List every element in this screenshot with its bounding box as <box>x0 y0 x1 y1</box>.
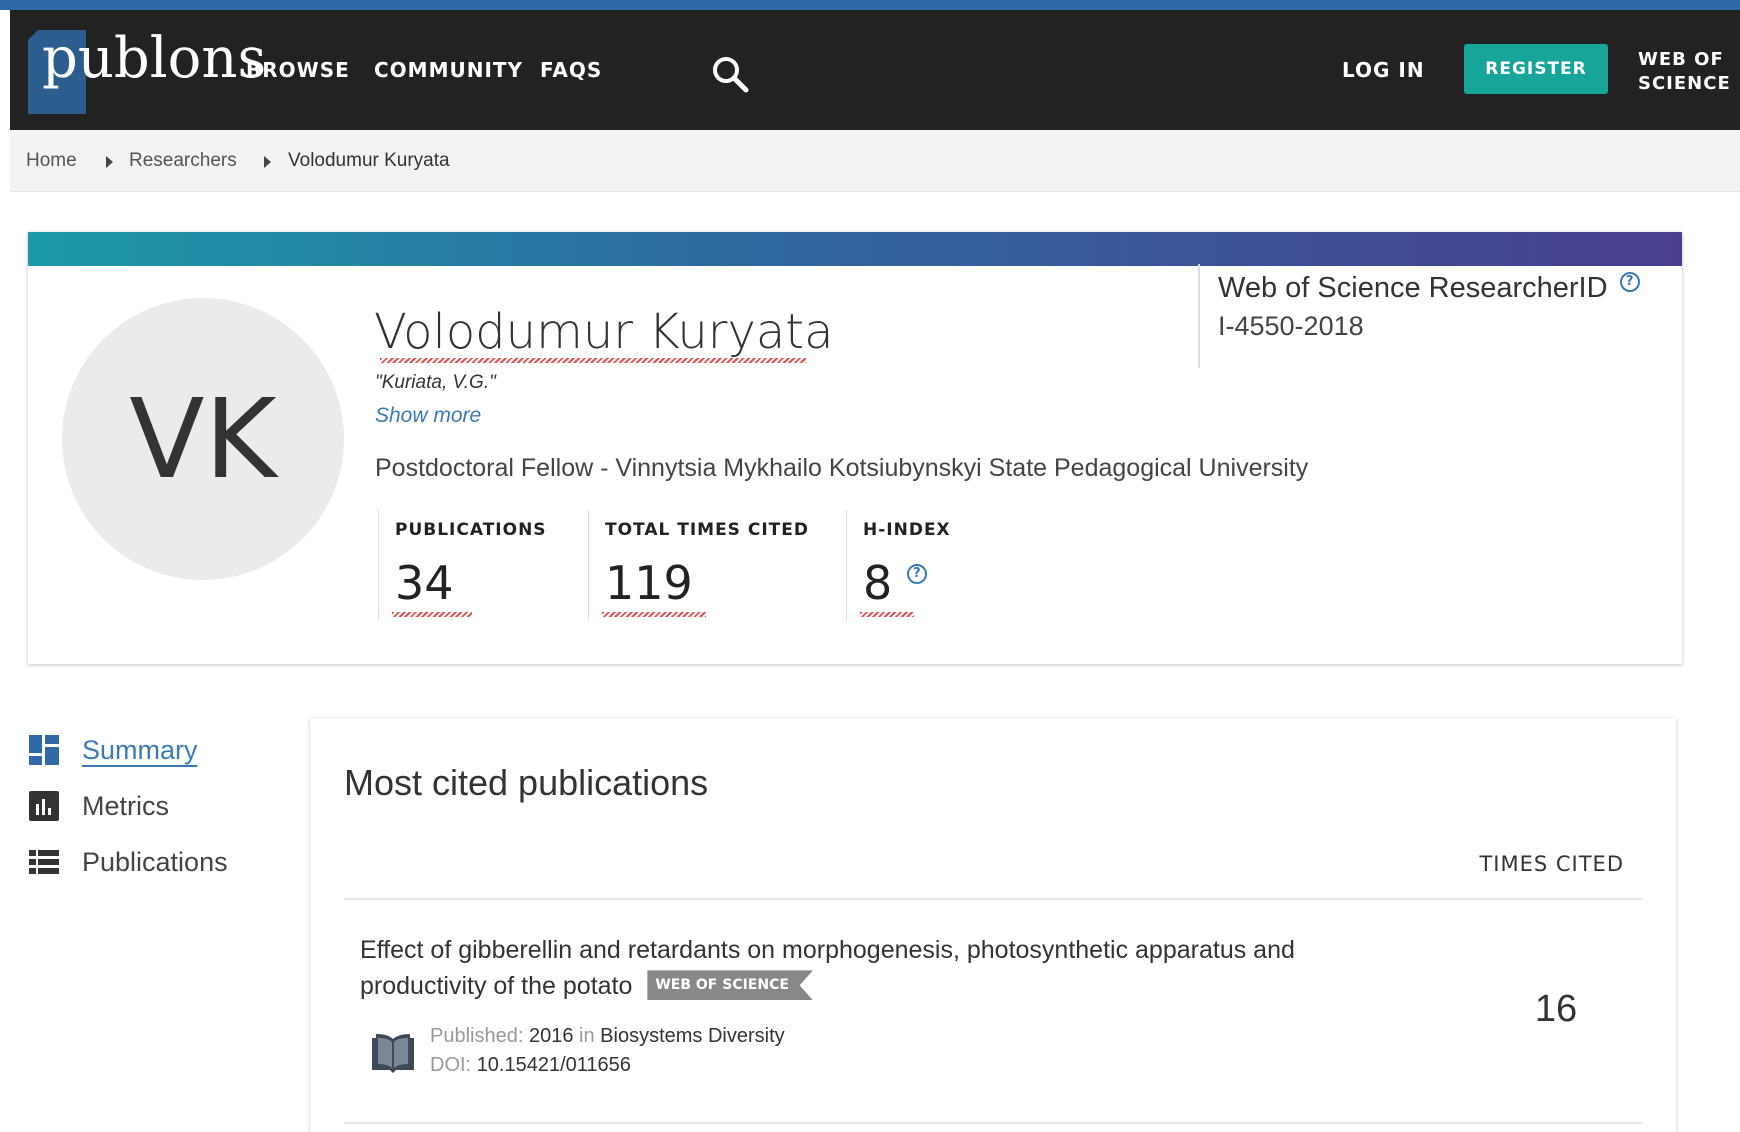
sidebar-item-summary[interactable]: Summary <box>28 730 198 770</box>
avatar: VK <box>62 298 344 580</box>
published-year: 2016 <box>528 1025 574 1047</box>
nav-faqs[interactable]: FAQS <box>540 58 602 82</box>
profile-gradient-bar <box>28 232 1682 266</box>
spellcheck-underline <box>392 612 472 617</box>
publication-meta: Published: 2016 in Biosystems Diversity … <box>430 1022 785 1080</box>
researcher-affiliation: Postdoctoral Fellow - Vinnytsia Mykhailo… <box>375 454 1309 482</box>
publication-title-link[interactable]: Effect of gibberellin and retardants on … <box>360 932 1360 1004</box>
researcher-id-block: Web of Science ResearcherID ? I-4550-201… <box>1198 264 1640 368</box>
login-link[interactable]: LOG IN <box>1342 58 1425 82</box>
card-title: Most cited publications <box>344 762 709 803</box>
in-key: in <box>579 1025 595 1047</box>
metric-h-index[interactable]: H-INDEX 8 ? <box>846 510 951 620</box>
nav-browse[interactable]: BROWSE <box>246 58 350 82</box>
metric-label: PUBLICATIONS <box>395 520 547 540</box>
site-header: publons BROWSE COMMUNITY FAQS LOG IN REG… <box>10 10 1740 130</box>
metric-value: 119 <box>605 556 693 610</box>
sidebar-item-label: Publications <box>82 846 228 877</box>
search-icon[interactable] <box>710 54 750 94</box>
register-button[interactable]: REGISTER <box>1464 44 1608 94</box>
logo-text: publons <box>42 26 267 91</box>
sidebar-item-label: Summary <box>82 734 198 765</box>
researcher-name: Volodumur Kuryata <box>374 304 834 360</box>
metric-publications[interactable]: PUBLICATIONS 34 <box>378 510 547 620</box>
published-line: Published: 2016 in Biosystems Diversity <box>430 1022 785 1051</box>
breadcrumb: Home Researchers Volodumur Kuryata <box>10 130 1740 192</box>
breadcrumb-researchers[interactable]: Researchers <box>129 150 237 172</box>
doi-key: DOI: <box>430 1054 472 1076</box>
wos-line-1: WEB OF <box>1638 49 1724 70</box>
researcher-id-value: I-4550-2018 <box>1218 311 1364 341</box>
breadcrumb-arrow-icon <box>264 156 271 168</box>
web-of-science-badge: WEB OF SCIENCE <box>647 970 813 1001</box>
spellcheck-underline <box>860 612 914 617</box>
times-cited-column-header: TIMES CITED <box>1479 852 1624 876</box>
nav-community[interactable]: COMMUNITY <box>374 58 523 82</box>
doi-line: DOI: 10.15421/011656 <box>430 1051 785 1080</box>
web-of-science-link[interactable]: WEB OF SCIENCE <box>1638 48 1731 96</box>
most-cited-publications-card: Most cited publications TIMES CITED Effe… <box>310 718 1676 1132</box>
breadcrumb-home[interactable]: Home <box>26 150 77 172</box>
breadcrumb-current: Volodumur Kuryata <box>288 150 450 171</box>
publons-logo[interactable]: publons <box>28 26 266 114</box>
metric-label: H-INDEX <box>863 520 951 540</box>
help-icon[interactable]: ? <box>906 564 927 584</box>
times-cited-count: 16 <box>1534 988 1578 1030</box>
dashboard-icon <box>29 735 59 765</box>
sidebar-item-publications[interactable]: Publications <box>28 842 228 882</box>
researcher-id-title: Web of Science ResearcherID ? <box>1218 272 1640 305</box>
spellcheck-underline <box>380 358 806 363</box>
metric-value: 34 <box>395 556 454 610</box>
metric-value-row: 8 ? <box>863 556 951 610</box>
sidebar-item-label: Metrics <box>82 790 169 821</box>
logo-notch <box>28 30 38 40</box>
researcher-alias: "Kuriata, V.G." <box>375 372 496 393</box>
bar-chart-icon <box>29 791 59 821</box>
top-accent-stripe <box>0 0 1740 10</box>
open-book-icon <box>372 1034 414 1073</box>
breadcrumb-arrow-icon <box>106 156 113 168</box>
wos-line-2: SCIENCE <box>1638 73 1731 94</box>
journal-name: Biosystems Diversity <box>600 1025 785 1047</box>
sidebar-item-metrics[interactable]: Metrics <box>28 786 169 826</box>
metric-value: 8 <box>863 556 893 610</box>
list-icon <box>29 850 59 874</box>
published-key: Published: <box>430 1025 524 1047</box>
researcher-id-label: Web of Science ResearcherID <box>1218 272 1608 304</box>
show-more-link[interactable]: Show more <box>375 404 481 428</box>
help-icon[interactable]: ? <box>1619 272 1640 292</box>
metric-total-times-cited[interactable]: TOTAL TIMES CITED 119 <box>588 510 809 620</box>
spellcheck-underline <box>602 612 706 617</box>
profile-card: VK Volodumur Kuryata "Kuriata, V.G." Sho… <box>28 232 1682 664</box>
metric-label: TOTAL TIMES CITED <box>605 520 809 540</box>
page: publons BROWSE COMMUNITY FAQS LOG IN REG… <box>0 0 1740 1132</box>
publication-title: Effect of gibberellin and retardants on … <box>360 936 1295 1000</box>
divider <box>344 898 1642 900</box>
doi-value: 10.15421/011656 <box>476 1054 631 1076</box>
divider <box>344 1122 1642 1124</box>
